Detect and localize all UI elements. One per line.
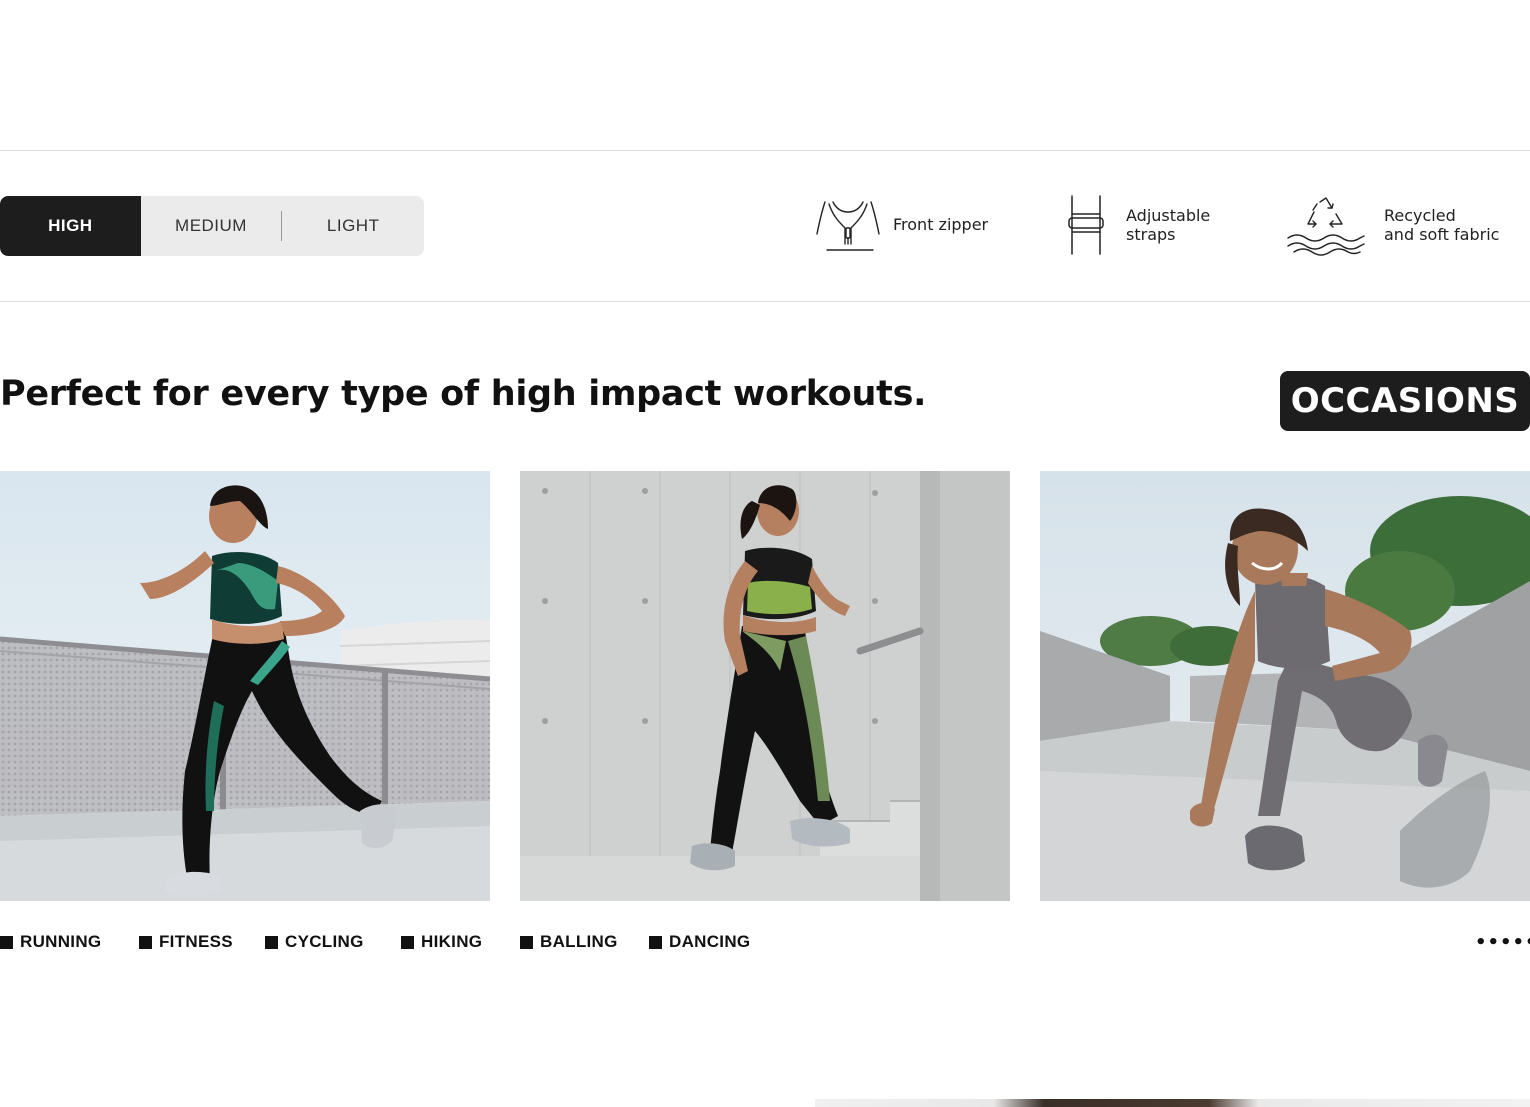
feature-adjustable-straps: Adjustable straps [1066, 194, 1210, 256]
next-section-image-edge [815, 1099, 1530, 1107]
front-zipper-icon [816, 201, 880, 251]
feature-label: Adjustable straps [1126, 206, 1211, 244]
photo-stretching[interactable] [1040, 471, 1530, 901]
bullet-square-icon [0, 935, 13, 949]
photo-running[interactable] [0, 471, 490, 901]
activity-hiking[interactable]: HIKING [401, 932, 482, 952]
activity-dancing[interactable]: DANCING [649, 932, 750, 952]
top-divider [0, 150, 1530, 151]
bullet-square-icon [139, 935, 152, 949]
tab-light[interactable]: LIGHT [282, 196, 424, 256]
bullet-square-icon [265, 935, 278, 949]
activity-label: RUNNING [20, 932, 102, 951]
activity-label: DANCING [669, 932, 751, 951]
adjustable-straps-icon [1068, 195, 1104, 255]
activity-running[interactable]: RUNNING [0, 932, 101, 952]
photo-stairs[interactable] [520, 471, 1010, 901]
recycle-fabric-icon [1287, 197, 1365, 256]
feature-front-zipper: Front zipper [815, 194, 988, 254]
activity-label: HIKING [421, 932, 483, 951]
photo-stretching-image [1040, 471, 1530, 901]
tab-high[interactable]: HIGH [0, 196, 141, 256]
more-activities-indicator[interactable]: •••••• [1475, 932, 1530, 953]
product-feature-page: HIGH MEDIUM LIGHT Front zipper Adjustabl… [0, 0, 1530, 1107]
activity-balling[interactable]: BALLING [520, 932, 618, 952]
section-headline: Perfect for every type of high impact wo… [0, 374, 927, 414]
impact-level-tabs: HIGH MEDIUM LIGHT [0, 196, 424, 256]
activity-label: FITNESS [159, 932, 233, 951]
tab-medium[interactable]: MEDIUM [141, 196, 282, 256]
bullet-square-icon [401, 935, 414, 949]
feature-label: Recycled and soft fabric [1384, 206, 1500, 244]
bullet-square-icon [649, 935, 662, 949]
photo-stairs-image [520, 471, 1010, 901]
activity-label: CYCLING [285, 932, 364, 951]
feature-label: Front zipper [893, 214, 989, 234]
section-divider [0, 301, 1530, 302]
activity-cycling[interactable]: CYCLING [265, 932, 364, 952]
occasions-badge: OCCASIONS [1280, 371, 1530, 431]
feature-recycled-fabric: Recycled and soft fabric [1286, 194, 1499, 256]
activity-fitness[interactable]: FITNESS [139, 932, 233, 952]
photo-running-image [0, 471, 490, 901]
activity-label: BALLING [540, 932, 618, 951]
bullet-square-icon [520, 935, 533, 949]
